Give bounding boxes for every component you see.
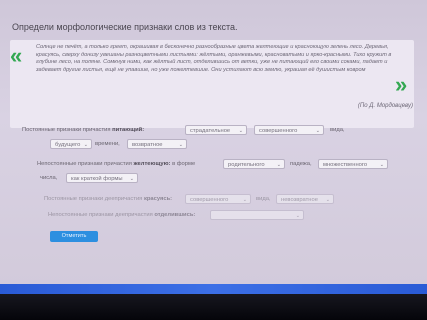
- quote-author: (По Д. Мордовцеву): [357, 103, 413, 109]
- q2-form-value: как краткой формы: [71, 176, 123, 182]
- chevron-down-icon: ⌄: [325, 197, 330, 203]
- q4-prefix: Непостоянные признаки деепричастия: [48, 212, 153, 218]
- q1-label: Постоянные признаки причастия питающий:: [22, 127, 144, 133]
- q4-label: Непостоянные признаки деепричастия отдел…: [48, 212, 195, 218]
- q1-aspect-select[interactable]: совершенного ⌄: [254, 125, 324, 135]
- q2-form-select[interactable]: как краткой формы ⌄: [66, 173, 138, 183]
- q1-tense-select[interactable]: будущего ⌄: [50, 139, 92, 149]
- chevron-down-icon: ⌄: [379, 162, 384, 168]
- chevron-down-icon: ⌄: [178, 142, 183, 148]
- q4-word: отделившись:: [154, 212, 196, 218]
- q1-voice-select[interactable]: страдательное ⌄: [185, 125, 247, 135]
- q1-voice-value: страдательное: [190, 128, 231, 134]
- q1-tense-value: будущего: [55, 142, 81, 148]
- q2-number-select[interactable]: множественного ⌄: [318, 159, 388, 169]
- q1-word: питающий:: [112, 127, 145, 133]
- chevron-down-icon: ⌄: [295, 213, 300, 219]
- page-title: Определи морфологические признаки слов и…: [12, 22, 238, 32]
- q2-padezha-label: падежа,: [290, 161, 312, 167]
- q3-reflexive-value: невозвратное: [281, 197, 318, 203]
- q2-number-value: множественного: [323, 162, 368, 168]
- q3-word: красуясь:: [143, 196, 173, 202]
- q3-prefix: Постоянные признаки деепричастия: [44, 196, 143, 202]
- chevron-down-icon: ⌄: [129, 176, 134, 182]
- q1-prefix: Постоянные признаки причастия: [22, 127, 111, 133]
- q1-reflexive-select[interactable]: возвратное ⌄: [127, 139, 187, 149]
- q3-vida-label: вида,: [256, 196, 271, 202]
- q1-reflexive-value: возвратное: [132, 142, 163, 148]
- chevron-down-icon: ⌄: [242, 197, 247, 203]
- chevron-down-icon: ⌄: [276, 162, 281, 168]
- q3-reflexive-select[interactable]: невозвратное ⌄: [276, 194, 334, 204]
- q2-label: Непостоянные признаки причастия желтеющу…: [37, 161, 195, 167]
- q2-word: желтеющую:: [133, 161, 171, 167]
- chevron-down-icon: ⌄: [83, 142, 88, 148]
- q2-prefix: Непостоянные признаки причастия: [37, 161, 132, 167]
- q2-case-select[interactable]: родительного ⌄: [223, 159, 285, 169]
- chevron-down-icon: ⌄: [238, 128, 243, 134]
- quote-text: Солнце не печёт, а только греет, окрашив…: [36, 44, 392, 73]
- q1-aspect-value: совершенного: [259, 128, 298, 134]
- q3-aspect-value: совершенного: [190, 197, 229, 203]
- q4-form-select[interactable]: ⌄: [210, 210, 304, 220]
- q1-vida-label: вида,: [330, 127, 345, 133]
- close-quote-icon: »: [395, 72, 408, 97]
- screen: Определи морфологические признаки слов и…: [0, 0, 427, 292]
- taskbar-strip: [0, 284, 427, 294]
- q2-case-value: родительного: [228, 162, 265, 168]
- q3-label: Постоянные признаки деепричастия красуяс…: [44, 196, 172, 202]
- q2-form-label: в форме: [172, 161, 196, 167]
- check-button[interactable]: Отметить: [50, 231, 98, 242]
- q3-aspect-select[interactable]: совершенного ⌄: [185, 194, 251, 204]
- chevron-down-icon: ⌄: [315, 128, 320, 134]
- monitor-bezel: [0, 294, 427, 320]
- q1-vremeni-label: времени,: [95, 141, 120, 147]
- open-quote-icon: «: [10, 43, 23, 68]
- q2-chisla-label: числа,: [40, 175, 58, 181]
